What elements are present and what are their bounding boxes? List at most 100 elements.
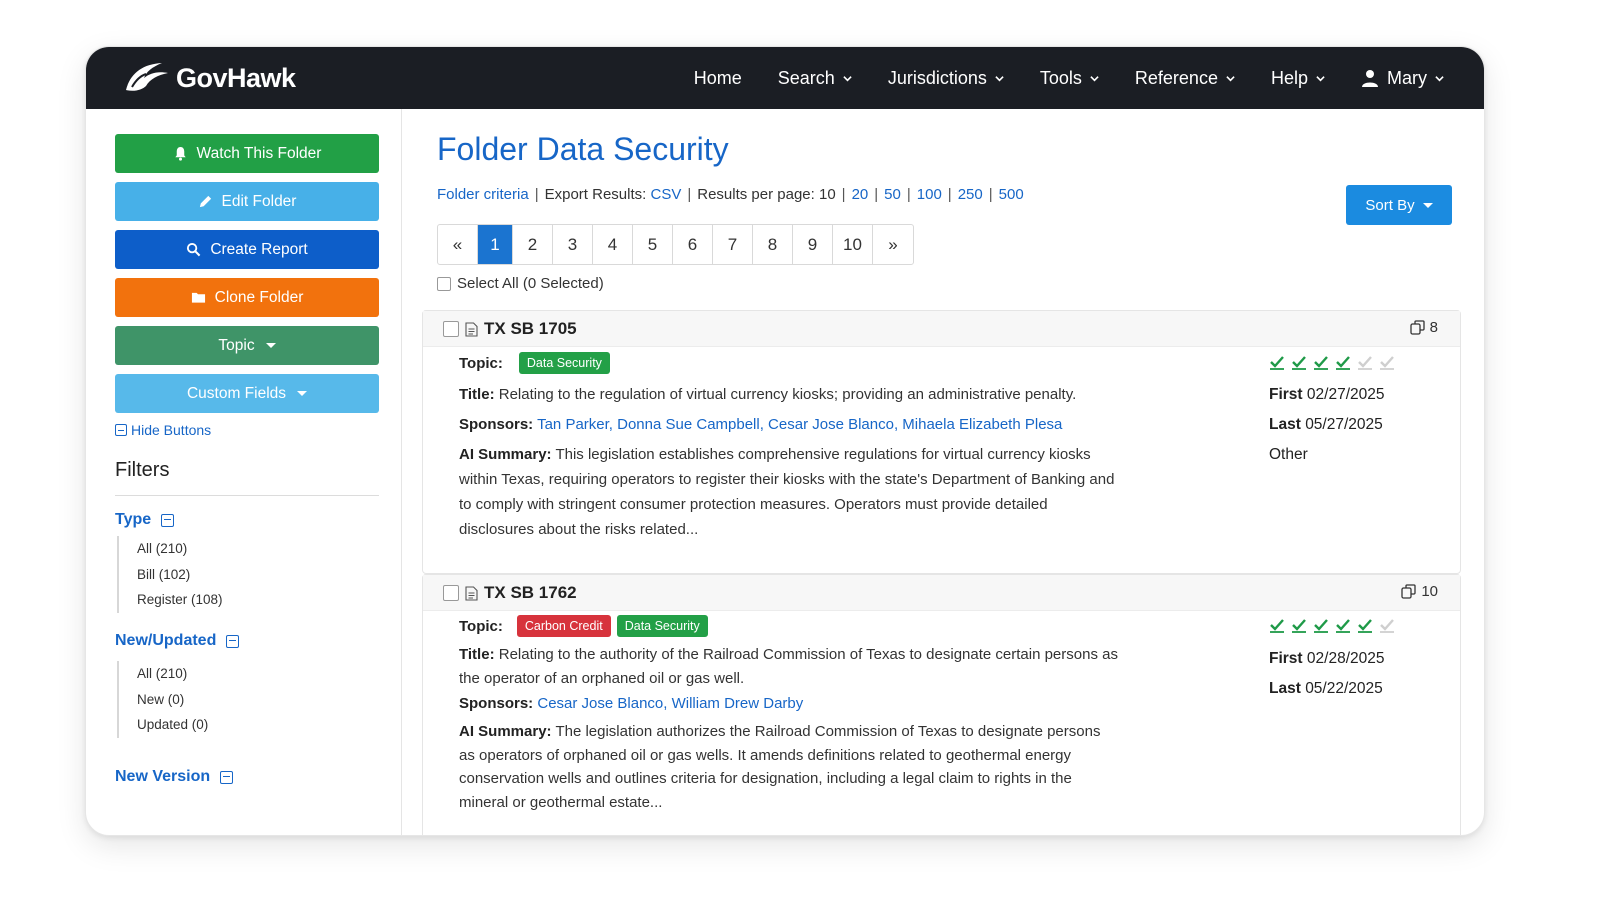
filter-option[interactable]: Updated (0) xyxy=(137,712,208,738)
version-count[interactable]: 10 xyxy=(1401,583,1438,600)
clone-folder-button[interactable]: Clone Folder xyxy=(115,278,379,317)
check-pending-icon xyxy=(1358,356,1372,370)
select-all: Select All (0 Selected) xyxy=(437,275,604,292)
sponsors-links[interactable]: Tan Parker, Donna Sue Campbell, Cesar Jo… xyxy=(537,416,1062,433)
check-done-icon xyxy=(1336,619,1350,633)
sort-by-button[interactable]: Sort By xyxy=(1346,185,1452,225)
pagination-page-8[interactable]: 8 xyxy=(753,225,793,264)
check-done-icon xyxy=(1292,356,1306,370)
sponsors-links[interactable]: Cesar Jose Blanco, William Drew Darby xyxy=(537,695,803,712)
filter-group-type[interactable]: Type xyxy=(115,511,175,529)
pagination-page-6[interactable]: 6 xyxy=(673,225,713,264)
hide-buttons-link[interactable]: Hide Buttons xyxy=(115,422,211,438)
filter-option[interactable]: New (0) xyxy=(137,687,208,713)
chevron-down-icon xyxy=(1226,75,1235,81)
bill-select-checkbox[interactable] xyxy=(443,585,459,601)
nav-search-label: Search xyxy=(777,67,835,88)
per-page-500-link[interactable]: 500 xyxy=(999,186,1024,203)
bill-id-link[interactable]: TX SB 1762 xyxy=(484,583,577,603)
copy-icon xyxy=(1410,320,1425,335)
pagination-page-1[interactable]: 1 xyxy=(478,225,513,264)
watch-folder-button[interactable]: Watch This Folder xyxy=(115,134,379,173)
top-navbar: GovHawk Home Search Jurisdictions Tools … xyxy=(86,47,1484,109)
hawk-logo-icon xyxy=(126,63,168,91)
pagination-page-10[interactable]: 10 xyxy=(833,225,873,264)
pagination-page-2[interactable]: 2 xyxy=(513,225,553,264)
version-count[interactable]: 8 xyxy=(1410,319,1438,336)
pagination-page-5[interactable]: 5 xyxy=(633,225,673,264)
caret-down-icon xyxy=(265,343,276,348)
per-page-20-link[interactable]: 20 xyxy=(852,186,869,203)
hide-buttons-label: Hide Buttons xyxy=(131,422,212,438)
nav-help-label: Help xyxy=(1270,67,1308,88)
nav-jurisdictions-label: Jurisdictions xyxy=(887,67,987,88)
sponsors-label: Sponsors: xyxy=(459,695,534,712)
pagination-page-7[interactable]: 7 xyxy=(713,225,753,264)
app-window: GovHawk Home Search Jurisdictions Tools … xyxy=(85,46,1485,836)
topic-label: Topic: xyxy=(459,354,503,372)
export-csv-link[interactable]: CSV xyxy=(651,186,682,203)
separator: | xyxy=(687,186,692,203)
brand-logo[interactable]: GovHawk xyxy=(122,57,296,99)
filter-option[interactable]: Bill (102) xyxy=(137,562,223,588)
filter-option[interactable]: Register (108) xyxy=(137,587,223,613)
filter-group-type-label: Type xyxy=(115,511,152,528)
select-all-checkbox[interactable] xyxy=(437,276,451,291)
pagination-next[interactable]: » xyxy=(873,225,913,264)
filter-group-new-version[interactable]: New Version xyxy=(115,768,234,786)
last-date: Last 05/27/2025 xyxy=(1269,410,1384,440)
filter-option[interactable]: All (210) xyxy=(137,536,223,562)
per-page-50-link[interactable]: 50 xyxy=(884,186,901,203)
bill-card-header: TX SB 1762 10 xyxy=(423,575,1460,611)
check-done-icon xyxy=(1270,356,1284,370)
check-pending-icon xyxy=(1380,619,1394,633)
sort-by-label: Sort By xyxy=(1365,196,1415,214)
pagination-prev[interactable]: « xyxy=(438,225,478,264)
first-date-value: 02/27/2025 xyxy=(1306,386,1385,403)
topic-badge[interactable]: Data Security xyxy=(518,352,610,374)
version-count-value: 8 xyxy=(1429,319,1438,336)
nav-reference-label: Reference xyxy=(1134,67,1218,88)
select-all-label: Select All (0 Selected) xyxy=(457,275,604,292)
per-page-label: Results per page: 10 xyxy=(697,186,836,203)
filter-group-new-version-label: New Version xyxy=(115,768,211,785)
nav-user-menu[interactable]: Mary xyxy=(1361,68,1444,89)
pagination-page-4[interactable]: 4 xyxy=(593,225,633,264)
last-date-label: Last xyxy=(1269,416,1301,433)
topic-badge[interactable]: Carbon Credit xyxy=(516,615,611,637)
bill-id-link[interactable]: TX SB 1705 xyxy=(484,319,577,339)
nav-search[interactable]: Search xyxy=(778,68,852,89)
bill-title-row: Title: Relating to the regulation of vir… xyxy=(459,386,1076,403)
export-label: Export Results: xyxy=(544,186,647,203)
ai-summary-label: AI Summary: xyxy=(459,723,552,740)
folder-criteria-link[interactable]: Folder criteria xyxy=(437,186,529,203)
sponsors-label: Sponsors: xyxy=(459,416,534,433)
filter-group-new-updated[interactable]: New/Updated xyxy=(115,632,240,650)
create-report-button[interactable]: Create Report xyxy=(115,230,379,269)
per-page-250-link[interactable]: 250 xyxy=(958,186,983,203)
check-done-icon xyxy=(1358,619,1372,633)
chevron-down-icon xyxy=(1316,75,1325,81)
nav-reference[interactable]: Reference xyxy=(1135,68,1235,89)
filter-option[interactable]: All (210) xyxy=(137,661,208,687)
nav-home[interactable]: Home xyxy=(694,68,742,89)
nav-help[interactable]: Help xyxy=(1271,68,1325,89)
custom-fields-dropdown-button[interactable]: Custom Fields xyxy=(115,374,379,413)
nav-tools[interactable]: Tools xyxy=(1040,68,1099,89)
topic-dropdown-button[interactable]: Topic xyxy=(115,326,379,365)
edit-folder-button[interactable]: Edit Folder xyxy=(115,182,379,221)
check-done-icon xyxy=(1270,619,1284,633)
nav-jurisdictions[interactable]: Jurisdictions xyxy=(888,68,1004,89)
bill-select-checkbox[interactable] xyxy=(443,321,459,337)
title-label: Title: xyxy=(459,646,495,663)
bill-dates: First 02/27/2025 Last 05/27/2025 Other xyxy=(1269,380,1384,470)
ai-summary-label: AI Summary: xyxy=(459,446,552,463)
bill-title: Relating to the authority of the Railroa… xyxy=(459,646,1118,687)
topic-badge[interactable]: Data Security xyxy=(616,615,708,637)
per-page-100-link[interactable]: 100 xyxy=(917,186,942,203)
separator: | xyxy=(841,186,846,203)
pagination-page-3[interactable]: 3 xyxy=(553,225,593,264)
first-date: First 02/28/2025 xyxy=(1269,644,1384,674)
pagination-page-9[interactable]: 9 xyxy=(793,225,833,264)
last-date-label: Last xyxy=(1269,680,1301,697)
